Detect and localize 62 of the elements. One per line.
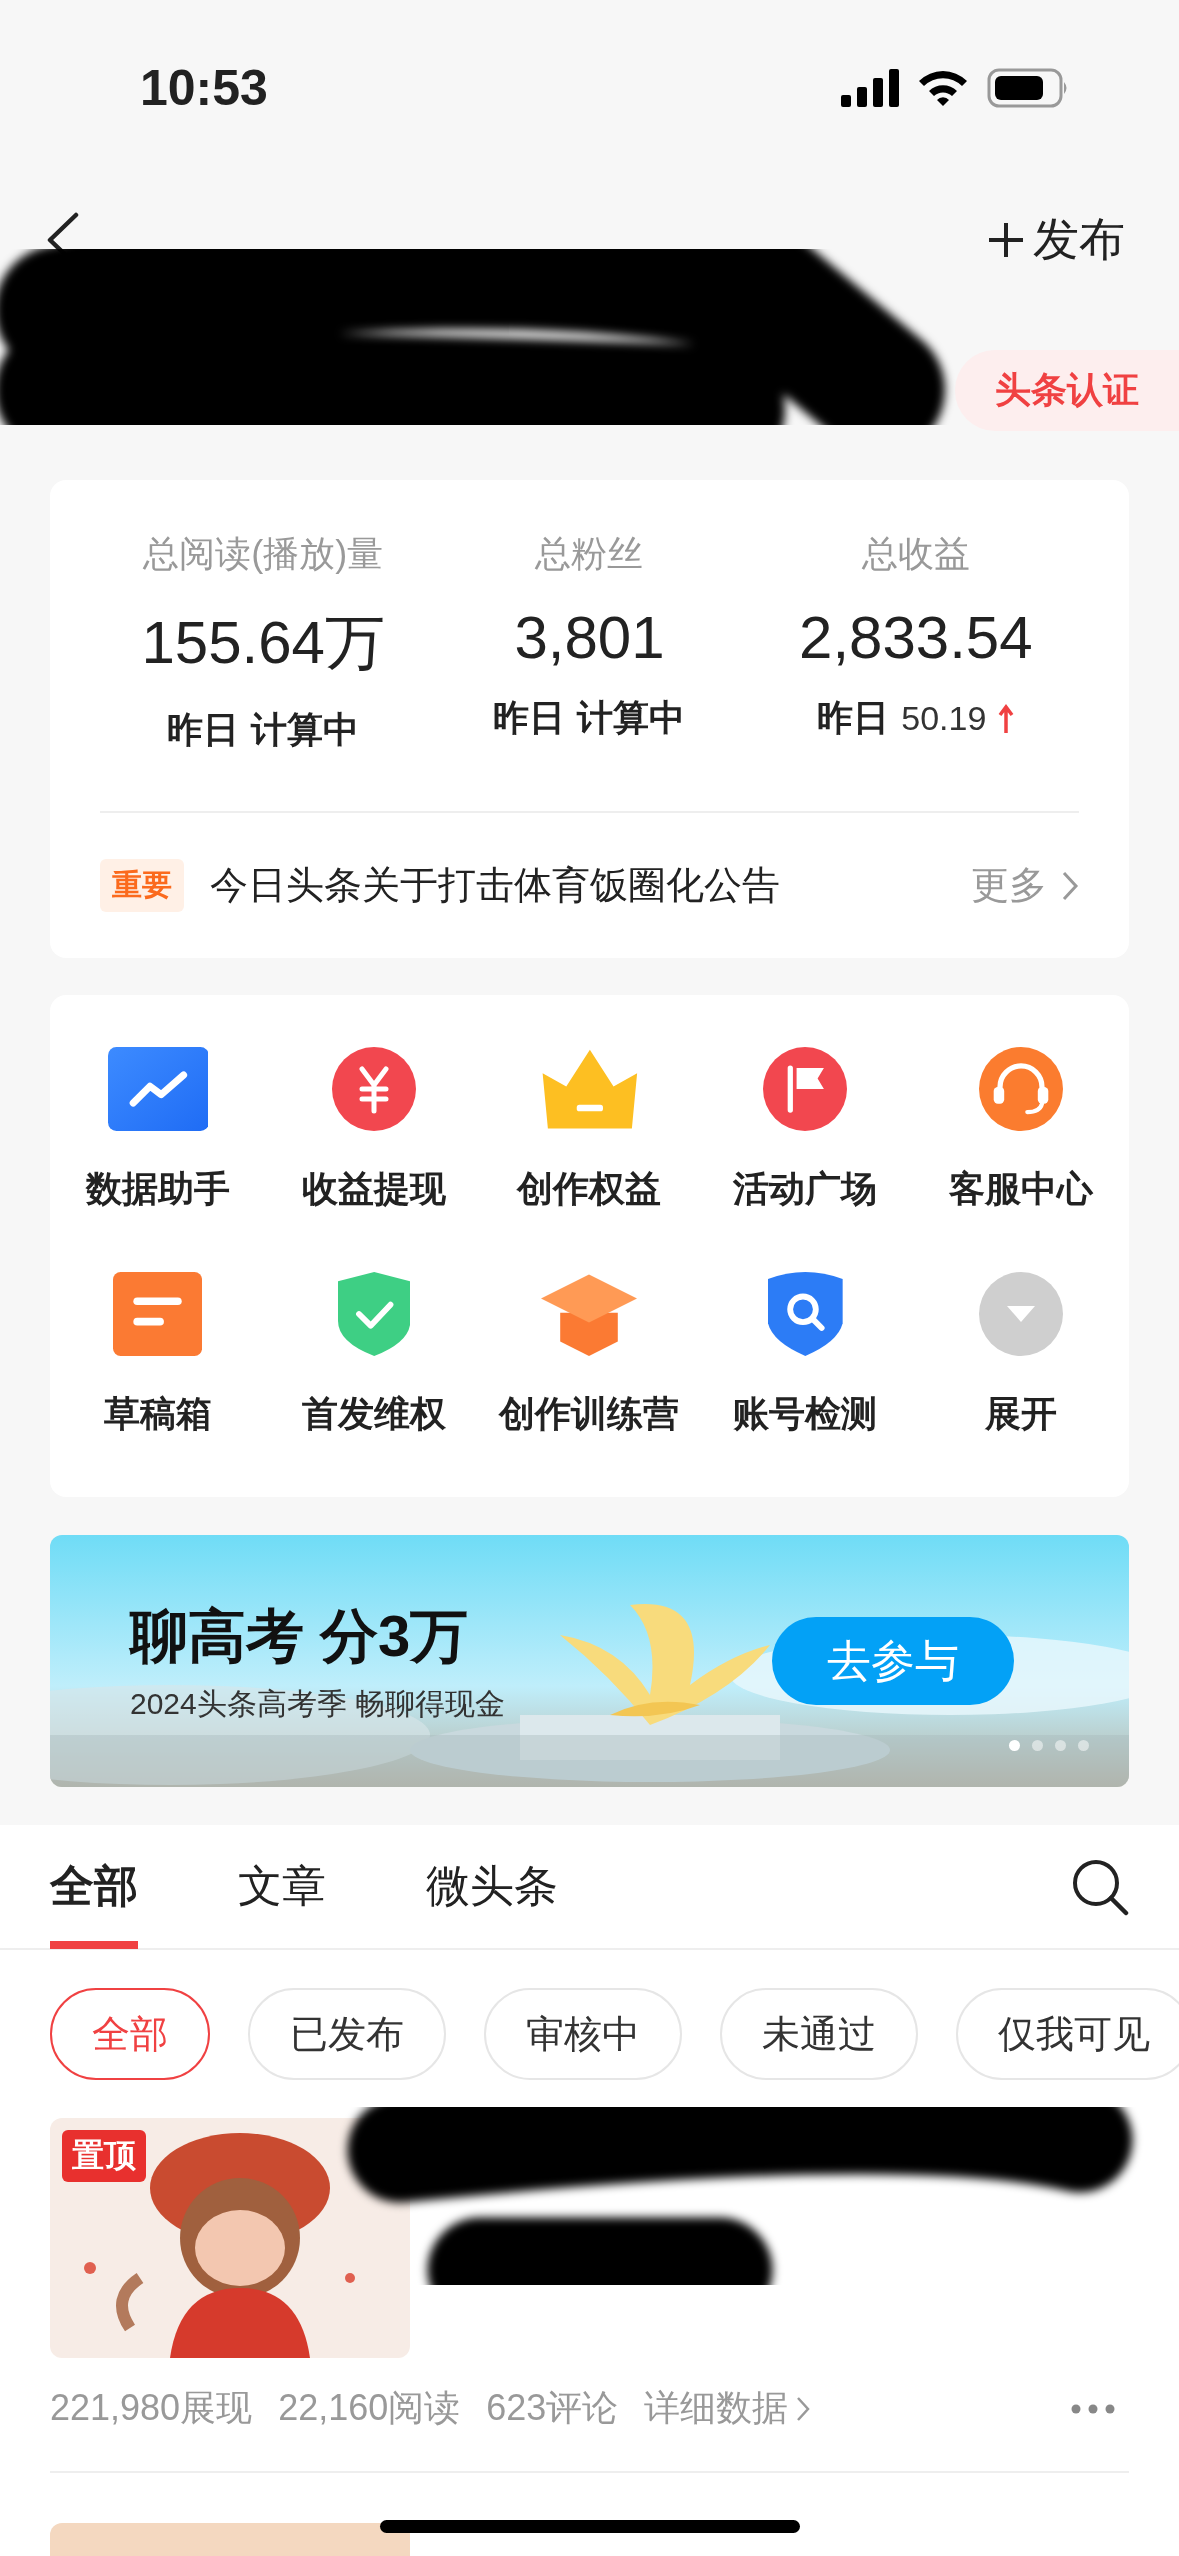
plus-icon: [987, 221, 1025, 259]
signal-icon: [841, 68, 899, 107]
stat-value: 155.64万: [141, 608, 385, 678]
promo-banner[interactable]: 聊高考 分3万 2024头条高考季 畅聊得现金 去参与: [50, 1535, 1129, 1787]
headset-icon: [979, 1047, 1064, 1131]
tool-button[interactable]: 草稿箱: [50, 1272, 266, 1439]
tool-button[interactable]: 首发维权: [265, 1272, 482, 1439]
yesterday-value: 计算中: [577, 696, 686, 740]
banner-subtitle: 2024头条高考季 畅聊得现金: [130, 1685, 506, 1722]
stat-value: 2,833.54: [799, 603, 1033, 672]
carousel-dot[interactable]: [1055, 1740, 1066, 1751]
tool-button[interactable]: 数据助手: [50, 1047, 266, 1214]
tool-button[interactable]: 展开: [913, 1272, 1129, 1439]
filter-chip[interactable]: 全部: [50, 1988, 210, 2080]
notice-link[interactable]: 今日头条关于打击体育饭圈化公告: [210, 860, 971, 911]
yesterday-label: 昨日: [817, 696, 890, 740]
carousel-dot[interactable]: [1032, 1740, 1043, 1751]
battery-icon: [987, 67, 1069, 108]
banner-title: 聊高考 分3万: [130, 1601, 470, 1670]
tool-button[interactable]: 活动广场: [697, 1047, 914, 1214]
publish-button[interactable]: 发布: [987, 209, 1125, 271]
content-tab[interactable]: 全部: [50, 1824, 138, 1949]
yesterday-label: 昨日: [167, 708, 240, 752]
tool-button[interactable]: 客服中心: [913, 1047, 1129, 1214]
tool-button[interactable]: 收益提现: [265, 1047, 482, 1214]
yesterday-value: 50.19: [901, 699, 987, 738]
stat-label: 总阅读(播放)量: [143, 532, 384, 576]
yuan-icon: [331, 1047, 416, 1131]
article-stat: 623评论: [486, 2386, 619, 2430]
up-arrow-icon: [998, 703, 1015, 734]
graduation-cap-icon: [541, 1272, 638, 1356]
content-tab[interactable]: 微头条: [426, 1824, 558, 1949]
stat-value: 3,801: [514, 603, 665, 672]
tool-button[interactable]: 创作训练营: [481, 1272, 698, 1439]
content-tab[interactable]: 文章: [238, 1824, 326, 1949]
important-tag: 重要: [100, 859, 184, 912]
yesterday-label: 昨日: [493, 696, 566, 740]
article-stat: 221,980展现: [50, 2386, 253, 2430]
carousel-dot[interactable]: [1009, 1740, 1020, 1751]
more-options-icon[interactable]: [1071, 2403, 1115, 2414]
carousel-dot[interactable]: [1078, 1740, 1089, 1751]
stat-label: 总粉丝: [535, 532, 644, 576]
expand-icon: [979, 1272, 1064, 1356]
wifi-icon: [917, 68, 969, 107]
chevron-right-icon: [796, 2395, 811, 2422]
chevron-right-icon: [1061, 869, 1079, 902]
search-icon[interactable]: [1071, 1857, 1129, 1916]
chart-icon: [107, 1047, 209, 1131]
filter-chip[interactable]: 已发布: [248, 1988, 446, 2080]
filter-chip[interactable]: 仅我可见: [956, 1988, 1179, 2080]
pinned-badge: 置顶: [62, 2130, 146, 2182]
status-time: 10:53: [140, 58, 268, 117]
shield-check-icon: [337, 1272, 410, 1356]
tool-button[interactable]: 账号检测: [697, 1272, 914, 1439]
article-stat: 22,160阅读: [278, 2386, 461, 2430]
flag-icon: [763, 1047, 848, 1131]
document-icon: [113, 1272, 203, 1356]
shield-search-icon: [767, 1272, 843, 1356]
stat-label: 总收益: [861, 532, 970, 576]
filter-chip[interactable]: 审核中: [484, 1988, 682, 2080]
yesterday-value: 计算中: [251, 708, 360, 752]
tool-button[interactable]: 创作权益: [481, 1047, 698, 1214]
